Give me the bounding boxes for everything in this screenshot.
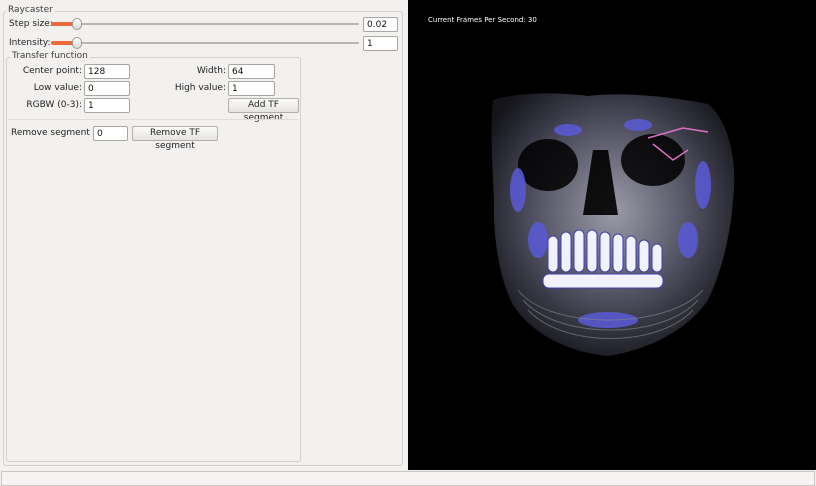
step-size-slider-track xyxy=(51,23,359,25)
volume-render-image xyxy=(491,93,735,356)
step-size-slider[interactable] xyxy=(51,17,359,31)
intensity-label: Intensity: xyxy=(9,38,51,48)
transfer-function-title: Transfer function xyxy=(10,51,90,62)
add-tf-segment-button[interactable]: Add TF segment xyxy=(228,98,299,123)
intensity-slider[interactable] xyxy=(51,36,359,50)
remove-segment-input[interactable] xyxy=(93,126,128,141)
step-size-slider-handle[interactable] xyxy=(72,18,82,30)
low-value-input[interactable] xyxy=(84,81,130,96)
right-orbit xyxy=(621,134,685,186)
status-bar xyxy=(1,471,815,486)
low-value-label: Low value: xyxy=(33,83,82,93)
control-panel: Raycaster Step size: Intensity: Transfer… xyxy=(0,0,406,470)
high-value-label: High value: xyxy=(174,83,226,93)
remove-segment-label: Remove segment nr. xyxy=(11,128,105,138)
center-point-input[interactable] xyxy=(84,64,130,79)
center-point-label: Center point: xyxy=(22,66,82,76)
width-label: Width: xyxy=(196,66,226,76)
rgbw-input[interactable] xyxy=(84,98,130,113)
intensity-input[interactable] xyxy=(363,36,398,51)
separator xyxy=(8,119,298,120)
intensity-slider-handle[interactable] xyxy=(72,37,82,49)
raycaster-group-title: Raycaster xyxy=(6,5,55,16)
width-input[interactable] xyxy=(228,64,275,79)
left-orbit xyxy=(518,139,578,191)
remove-tf-segment-button[interactable]: Remove TF segment xyxy=(132,126,218,151)
intensity-slider-track xyxy=(51,42,359,44)
step-size-input[interactable] xyxy=(363,17,398,32)
high-value-input[interactable] xyxy=(228,81,275,96)
step-size-label: Step size: xyxy=(9,19,53,29)
render-viewport[interactable]: Current Frames Per Second: 30 xyxy=(408,0,816,470)
rgbw-label: RGBW (0-3): xyxy=(26,100,82,110)
